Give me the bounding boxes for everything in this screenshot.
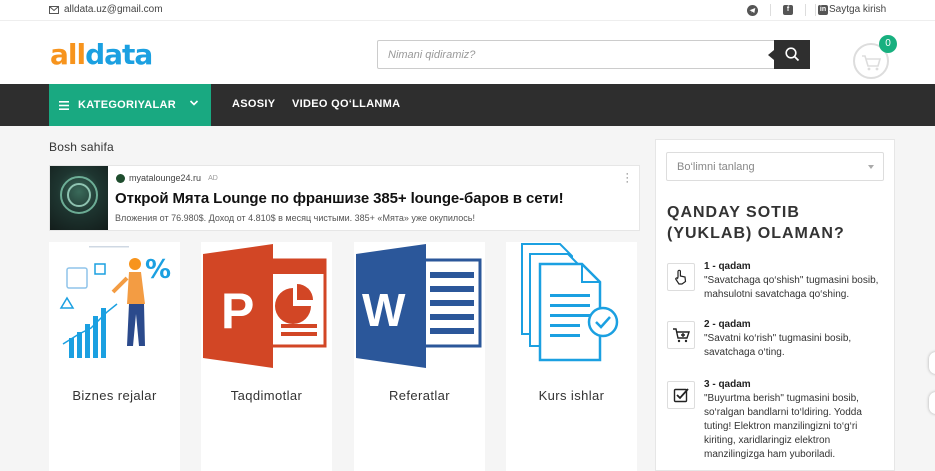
step-text: "Buyurtma berish" tugmasini bosib, so‘ra… [704,393,862,460]
ad-description: Вложения от 76.980$. Доход от 4.810$ в м… [115,213,475,223]
search-button[interactable] [768,40,810,69]
floating-button[interactable] [929,352,935,374]
ad-site-icon [116,173,125,183]
linkedin-icon[interactable]: in [818,5,828,15]
site-header: alldata 0 [0,21,935,84]
search-input[interactable] [378,41,768,68]
more-options-icon[interactable]: · · · [625,169,629,188]
step-title: 1 - qadam [704,261,751,272]
checkbox-icon [667,381,695,409]
categories-label: KATEGORIYALAR [78,99,177,111]
step-2: 2 - qadam "Savatni ko‘rish" tugmasini bo… [667,319,889,365]
ad-thumbnail [50,166,108,230]
logo-part-all: all [50,38,86,71]
divider [815,4,816,16]
step-title: 2 - qadam [704,319,751,330]
cart-plus-icon [667,321,695,349]
how-to-buy-heading: QANDAY SOTIB (YUKLAB) OLAMAN? [667,204,845,242]
ad-title[interactable]: Открой Мята Lounge по франшизе 385+ loun… [115,190,564,207]
email-text: alldata.uz@gmail.com [64,4,163,15]
card-label: Taqdimotlar [230,388,303,403]
ad-site-name: myatalounge24.ru [129,173,202,183]
facebook-icon[interactable]: f [783,5,793,15]
powerpoint-icon: P [203,244,327,368]
card-label: Referatlar [388,388,451,403]
nav-link-home[interactable]: ASOSIY [232,98,275,110]
card-label: Kurs ishlar [538,388,605,403]
category-cards: % Biznes rejalar P Taqdimotlar W Referat… [49,242,640,471]
caret-down-icon [868,165,874,169]
card-label: Biznes rejalar [72,388,157,403]
main-nav: KATEGORIYALAR ASOSIY VIDEO QO‘LLANMA [0,84,935,126]
envelope-icon [49,5,59,14]
step-3: 3 - qadam "Buyurtma berish" tugmasini bo… [667,379,889,471]
logo[interactable]: alldata [50,38,153,71]
sidebar: Bo‘limni tanlang QANDAY SOTIB (YUKLAB) O… [655,139,895,471]
breadcrumb[interactable]: Bosh sahifa [49,140,114,154]
cart-button[interactable]: 0 [853,35,897,79]
ad-banner[interactable]: myatalounge24.ru AD Открой Мята Lounge п… [49,165,640,231]
card-essays[interactable]: W Referatlar [354,242,485,471]
chevron-down-icon [189,100,199,106]
card-presentations[interactable]: P Taqdimotlar [201,242,332,471]
nav-link-video-guide[interactable]: VIDEO QO‘LLANMA [292,98,400,110]
hamburger-icon [59,100,69,110]
search-icon [784,47,799,62]
top-bar: alldata.uz@gmail.com f in Saytga kirish [0,0,935,21]
cart-count-badge: 0 [879,35,897,53]
contact-email[interactable]: alldata.uz@gmail.com [49,4,163,15]
login-link[interactable]: Saytga kirish [829,4,886,15]
step-text: "Savatchaga qo‘shish" tugmasini bosib, m… [704,275,879,300]
svg-text:W: W [362,284,406,336]
business-chart-illustration: % [59,246,171,358]
word-document-icon: W [356,244,482,368]
telegram-icon[interactable] [747,4,758,16]
svg-text:%: % [145,255,171,285]
section-select[interactable]: Bo‘limni tanlang [666,152,884,181]
section-select-placeholder: Bo‘limni tanlang [677,161,755,173]
card-course-works[interactable]: Kurs ishlar [506,242,637,471]
floating-button[interactable] [929,392,935,414]
step-title: 3 - qadam [704,379,751,390]
ad-source: myatalounge24.ru AD [116,173,218,183]
hand-pointer-icon [667,263,695,291]
svg-text:P: P [221,283,254,339]
documents-check-icon [521,243,619,362]
categories-button[interactable]: KATEGORIYALAR [49,84,211,126]
ad-tag: AD [208,174,218,182]
card-business-plans[interactable]: % Biznes rejalar [49,242,180,471]
search-bar [377,40,810,69]
step-text: "Savatni ko‘rish" tugmasini bosib, savat… [704,333,852,358]
logo-part-data: data [85,38,153,71]
step-1: 1 - qadam "Savatchaga qo‘shish" tugmasin… [667,261,889,307]
